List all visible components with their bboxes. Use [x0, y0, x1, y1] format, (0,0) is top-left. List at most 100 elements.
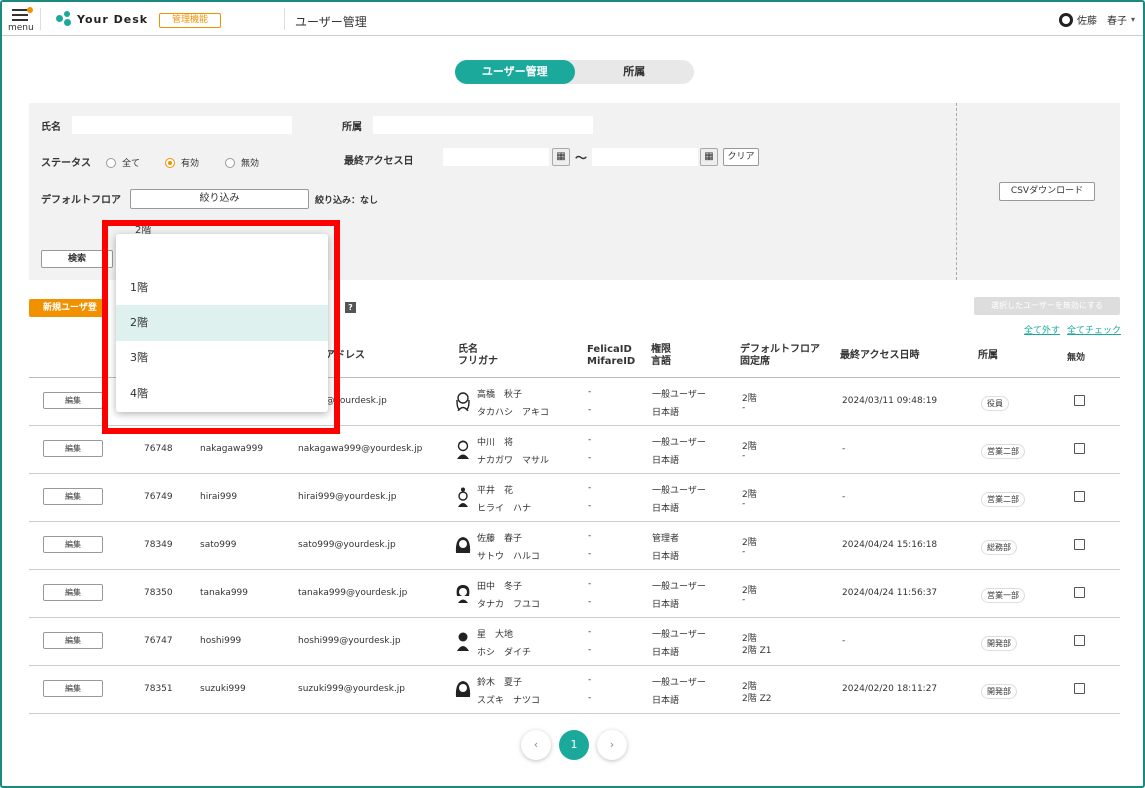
radio-label: 無効 — [241, 159, 260, 169]
cell-lang: 日本語 — [652, 456, 680, 466]
edit-button[interactable]: 編集 — [43, 488, 103, 505]
next-page-button[interactable]: › — [597, 730, 627, 760]
date-from-input[interactable] — [443, 148, 549, 166]
header-role: 権限 — [651, 344, 671, 355]
cell-last-access: 2024/02/20 18:11:27 — [842, 684, 938, 694]
highlight-box — [102, 220, 340, 434]
cell-seat: - — [742, 403, 746, 413]
narrow-button[interactable]: 絞り込み — [130, 189, 309, 209]
date-to-input[interactable] — [592, 148, 698, 166]
cell-last-access: - — [842, 636, 846, 646]
cell-id: 76749 — [144, 492, 173, 502]
cell-mifare: - — [588, 645, 592, 655]
cell-role: 一般ユーザー — [652, 438, 706, 448]
calendar-icon[interactable]: ▦ — [700, 148, 718, 166]
cell-seat: 2階 Z2 — [742, 694, 772, 704]
cell-id: 76748 — [144, 444, 173, 454]
status-radio-active[interactable]: 有効 — [165, 156, 199, 169]
cell-id: 76747 — [144, 636, 173, 646]
header-divider — [284, 8, 285, 30]
cell-kana: タカハシ アキコ — [477, 408, 550, 418]
notification-dot — [27, 7, 33, 13]
clear-button[interactable]: クリア — [723, 148, 759, 166]
default-floor-label: デフォルトフロア — [41, 195, 121, 206]
cell-mifare: - — [588, 501, 592, 511]
table-row: 編集 78350 tanaka999 tanaka999@yourdesk.jp… — [29, 570, 1120, 618]
cell-name: 高橋 秋子 — [477, 390, 523, 400]
cell-id: 78350 — [144, 588, 173, 598]
app-logo[interactable]: Your Desk — [56, 11, 148, 27]
disable-selected-button[interactable]: 選択したユーザーを無効にする — [974, 297, 1120, 315]
status-radio-all[interactable]: 全て — [106, 156, 140, 169]
cell-name: 平井 花 — [477, 486, 514, 496]
disable-checkbox[interactable] — [1074, 539, 1085, 550]
cell-last-access: - — [842, 492, 846, 502]
cell-email: nakagawa999@yourdesk.jp — [298, 444, 423, 454]
cell-seat: - — [742, 547, 746, 557]
disable-checkbox[interactable] — [1074, 443, 1085, 454]
disable-checkbox[interactable] — [1074, 587, 1085, 598]
cell-email: hoshi999@yourdesk.jp — [298, 636, 401, 646]
cell-login: hirai999 — [200, 492, 238, 502]
disable-checkbox[interactable] — [1074, 395, 1085, 406]
man-icon — [457, 440, 469, 459]
cell-role: 一般ユーザー — [652, 678, 706, 688]
edit-button[interactable]: 編集 — [43, 440, 103, 457]
cell-felica: - — [588, 483, 592, 493]
cell-email: suzuki999@yourdesk.jp — [298, 684, 406, 694]
cell-role: 一般ユーザー — [652, 486, 706, 496]
cell-login: tanaka999 — [200, 588, 249, 598]
status-radio-disabled[interactable]: 無効 — [225, 156, 259, 169]
csv-download-button[interactable]: CSVダウンロード — [999, 182, 1095, 201]
edit-button[interactable]: 編集 — [43, 584, 103, 601]
cell-kana: スズキ ナツコ — [477, 696, 541, 706]
edit-button[interactable]: 編集 — [43, 680, 103, 697]
menu-label: menu — [8, 23, 34, 33]
cell-last-access: 2024/04/24 15:16:18 — [842, 540, 938, 550]
new-user-button[interactable]: 新規ユーザ登録 — [29, 299, 104, 331]
help-icon[interactable]: ? — [345, 302, 356, 313]
caret-down-icon: ▾ — [1130, 15, 1135, 24]
header-name: 氏名 — [458, 344, 478, 355]
woman-longhair-icon — [456, 392, 470, 411]
status-label: ステータス — [41, 158, 91, 169]
cell-name: 田中 冬子 — [477, 582, 523, 592]
cell-name: 佐藤 春子 — [477, 534, 523, 544]
cell-seat: 2階 Z1 — [742, 646, 772, 656]
cell-login: suzuki999 — [200, 684, 246, 694]
cell-felica: - — [588, 675, 592, 685]
cell-last-access: 2024/04/24 11:56:37 — [842, 588, 938, 598]
name-input[interactable] — [72, 116, 292, 134]
page-1-button[interactable]: 1 — [559, 730, 589, 760]
table-row: 編集 78349 sato999 sato999@yourdesk.jp 佐藤 … — [29, 522, 1120, 570]
cell-seat: - — [742, 451, 746, 461]
disable-checkbox[interactable] — [1074, 491, 1085, 502]
radio-label: 全て — [122, 159, 141, 169]
dept-input[interactable] — [373, 116, 593, 134]
cell-lang: 日本語 — [652, 600, 680, 610]
calendar-icon[interactable]: ▦ — [552, 148, 570, 166]
tab-user-management[interactable]: ユーザー管理 — [455, 60, 575, 84]
dept-tag: 総務部 — [981, 540, 1017, 555]
header-floor: デフォルトフロア — [740, 344, 820, 355]
hamburger-bar — [12, 14, 28, 16]
user-menu[interactable]: 佐藤 春子 ▾ — [1058, 12, 1135, 27]
uncheck-all-link[interactable]: 全て外す — [1024, 323, 1060, 336]
cell-seat: - — [742, 499, 746, 509]
check-all-link[interactable]: 全てチェック — [1067, 323, 1121, 336]
edit-button[interactable]: 編集 — [43, 632, 103, 649]
woman-short-icon — [456, 585, 470, 603]
prev-page-button[interactable]: ‹ — [521, 730, 551, 760]
header-last-access: 最終アクセス日時 — [840, 350, 920, 361]
menu-button[interactable]: menu — [8, 5, 36, 33]
disable-checkbox[interactable] — [1074, 635, 1085, 646]
edit-button[interactable]: 編集 — [43, 536, 103, 553]
filter-divider — [956, 103, 957, 280]
cell-kana: ホシ ダイチ — [477, 648, 532, 658]
cell-felica: - — [588, 579, 592, 589]
disable-checkbox[interactable] — [1074, 683, 1085, 694]
radio-circle — [106, 157, 116, 168]
tab-department[interactable]: 所属 — [575, 60, 695, 84]
edit-button[interactable]: 編集 — [43, 392, 103, 409]
cell-lang: 日本語 — [652, 408, 680, 418]
